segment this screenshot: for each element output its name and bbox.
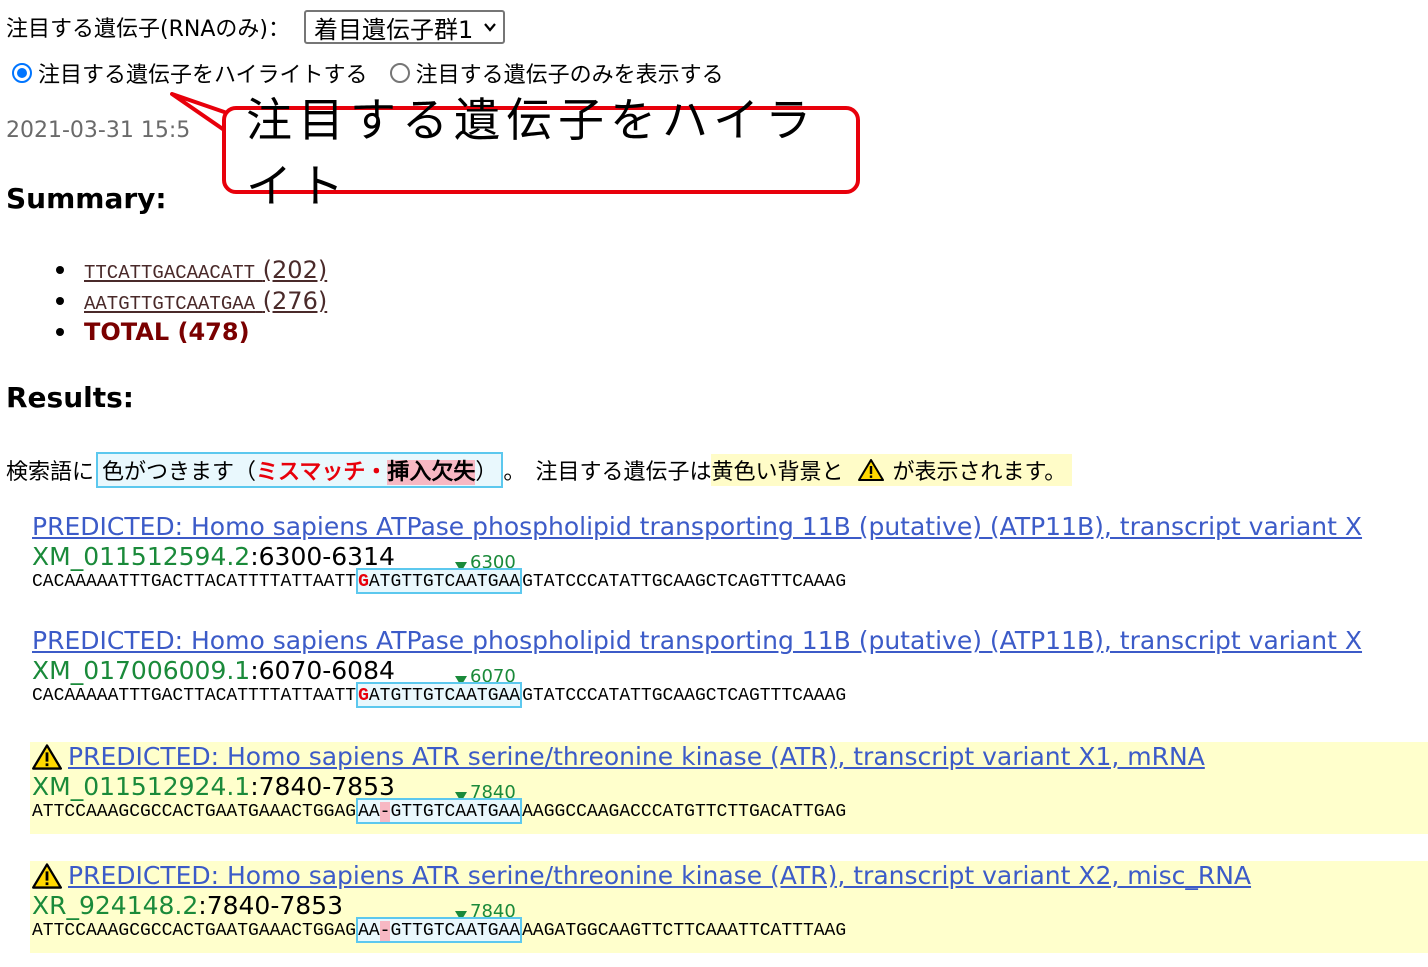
legend-period: 。 [503,460,526,485]
seq-match-part: ATGTTGTCAATGAA [368,572,521,592]
gene-group-select[interactable]: 着目遺伝子群1 [303,10,506,44]
seq-match: AA-GTTGTCAATGAA [356,798,523,824]
legend-note: 注目する遺伝子は [535,460,712,485]
seq-mismatch: G [358,686,369,706]
result-title: PREDICTED: Homo sapiens ATPase phospholi… [32,512,1362,541]
results-heading: Results: [6,381,134,414]
result-accession: XM_011512924.1 [32,772,251,801]
seq-match: GATGTTGTCAATGAA [356,568,523,594]
chevron-down-icon [484,23,497,32]
radio-only-button[interactable] [389,63,410,83]
result-accession: XM_011512594.2 [32,542,251,571]
warning-triangle-icon [32,862,62,889]
warning-triangle-icon [858,459,885,481]
result-title: PREDICTED: Homo sapiens ATR serine/threo… [32,861,1251,890]
result-title-link[interactable]: PREDICTED: Homo sapiens ATR serine/threo… [68,861,1251,890]
seq-match-part: GTTGTCAATGAA [390,802,521,822]
seq-match: GATGTTGTCAATGAA [356,682,523,708]
legend-mismatch: ミスマッチ [256,460,366,485]
seq-flank-right: AAGGCCAAGACCCATGTTCTTGACATTGAG [522,802,847,822]
radio-highlight-button[interactable] [12,63,32,83]
result-item: PREDICTED: Homo sapiens ATR serine/threo… [30,861,1428,953]
result-item: PREDICTED: Homo sapiens ATR serine/threo… [30,742,1428,834]
color-legend: 検索語に 色がつきます（ミスマッチ・挿入欠失） 。 注目する遺伝子は 黄色い背景… [6,452,1073,488]
seq-flank-right: GTATCCCATATTGCAAGCTCAGTTTCAAAG [522,686,847,706]
legend-indel: 挿入欠失 [387,460,476,485]
warning-triangle-icon [32,743,62,770]
result-range: :6300-6314 [250,542,395,571]
result-sequence: ATTCCAAAGCGCCACTGAATGAAACTGGAG AA-GTTGTCA… [32,917,847,943]
seq-match-part: AA [358,802,380,822]
seq-flank-left: ATTCCAAAGCGCCACTGAATGAAACTGGAG [32,921,357,941]
gene-group-select-value: 着目遺伝子群1 [313,15,474,44]
seq-match-part: AA [358,921,380,941]
callout-annotation: 注目する遺伝子をハイライト [222,93,860,213]
legend-yellow-note: 黄色い背景と が表示されます。 [711,454,1073,486]
seq-indel: - [379,802,391,822]
result-range: :7840-7853 [250,772,395,801]
summary-item: TTCATTGACAACATT (202) [56,254,327,285]
result-accession: XR_924148.2 [32,891,199,920]
summary-list: TTCATTGACAACATT (202) AATGTTGTCAATGAA (2… [56,254,327,347]
result-item: PREDICTED: Homo sapiens ATPase phospholi… [30,626,1428,718]
summary-link-2[interactable]: AATGTTGTCAATGAA (276) [84,287,327,315]
result-accession: XM_017006009.1 [32,656,251,685]
result-accession-line: XM_011512924.1:7840-7853 [32,772,395,801]
summary-total: TOTAL (478) [56,316,327,347]
seq-flank-left: CACAAAAATTTGACTTACATTTTATTAATT [32,572,357,592]
seq-flank-right: AAGATGGCAAGTTCTTCAAATTCATTTAAG [522,921,847,941]
result-title: PREDICTED: Homo sapiens ATPase phospholi… [32,626,1362,655]
summary-heading: Summary: [6,182,167,215]
result-accession-line: XM_017006009.1:6070-6084 [32,656,395,685]
seq-flank-left: CACAAAAATTTGACTTACATTTTATTAATT [32,686,357,706]
result-title: PREDICTED: Homo sapiens ATR serine/threo… [32,742,1205,771]
result-title-link[interactable]: PREDICTED: Homo sapiens ATPase phospholi… [32,512,1362,541]
seq-flank-right: GTATCCCATATTGCAAGCTCAGTTTCAAAG [522,572,847,592]
legend-color-box: 色がつきます（ミスマッチ・挿入欠失） [96,452,504,488]
seq-match-part: ATGTTGTCAATGAA [368,686,521,706]
result-accession-line: XM_011512594.2:6300-6314 [32,542,395,571]
gene-filter-row: 注目する遺伝子(RNAのみ)： 着目遺伝子群1 [6,10,506,44]
seq-match-part: GTTGTCAATGAA [390,921,521,941]
summary-item: AATGTTGTCAATGAA (276) [56,285,327,316]
result-range: :6070-6084 [250,656,395,685]
seq-flank-left: ATTCCAAAGCGCCACTGAATGAAACTGGAG [32,802,357,822]
summary-link-1[interactable]: TTCATTGACAACATT (202) [84,256,327,284]
result-accession-line: XR_924148.2:7840-7853 [32,891,343,920]
result-title-link[interactable]: PREDICTED: Homo sapiens ATPase phospholi… [32,626,1362,655]
seq-mismatch: G [358,572,369,592]
result-sequence: ATTCCAAAGCGCCACTGAATGAAACTGGAG AA-GTTGTCA… [32,798,847,824]
timestamp: 2021-03-31 15:5 [6,118,191,143]
result-item: PREDICTED: Homo sapiens ATPase phospholi… [30,512,1428,604]
result-sequence: CACAAAAATTTGACTTACATTTTATTAATT GATGTTGTCA… [32,568,847,594]
seq-match: AA-GTTGTCAATGAA [356,917,523,943]
result-sequence: CACAAAAATTTGACTTACATTTTATTAATT GATGTTGTCA… [32,682,847,708]
result-title-link[interactable]: PREDICTED: Homo sapiens ATR serine/threo… [68,742,1205,771]
result-range: :7840-7853 [198,891,343,920]
legend-prefix: 検索語に [6,460,95,485]
seq-indel: - [379,921,391,941]
gene-filter-label: 注目する遺伝子(RNAのみ)： [6,17,290,42]
